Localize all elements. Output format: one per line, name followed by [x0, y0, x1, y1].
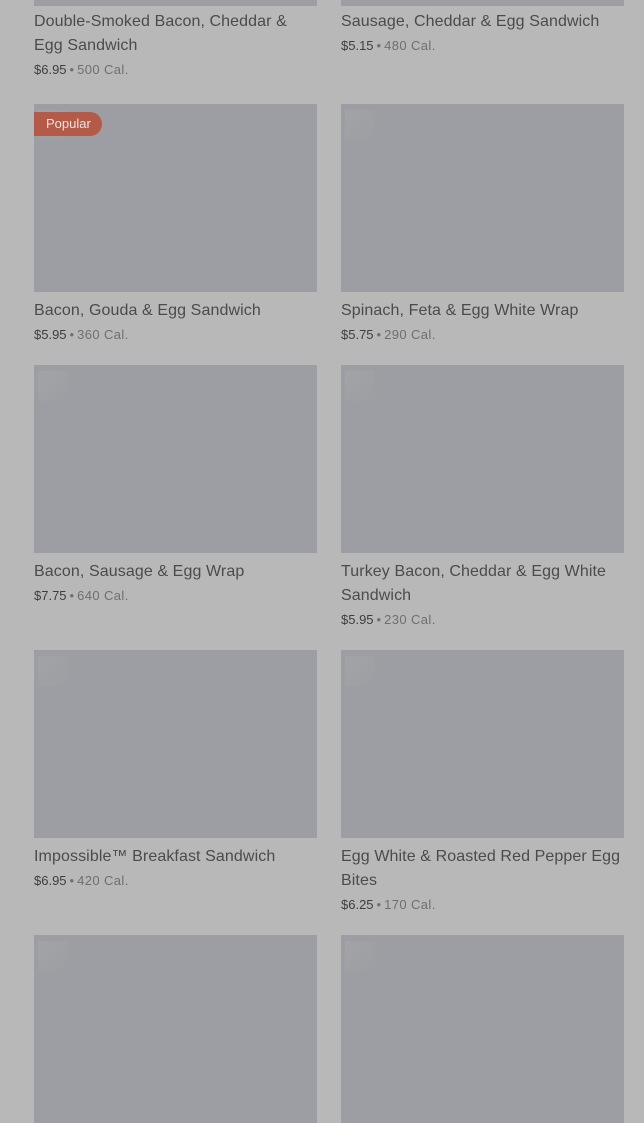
menu-item-meta: $6.95 • 500 Cal. — [34, 60, 317, 80]
menu-item-calories: 640 Cal. — [77, 588, 129, 603]
menu-item-meta: $5.15 • 480 Cal. — [341, 36, 624, 56]
menu-item-image[interactable] — [341, 104, 624, 292]
menu-item-calories: 500 Cal. — [77, 62, 129, 77]
separator-dot: • — [376, 327, 382, 342]
menu-item-card[interactable]: Egg White & Roasted Red Pepper Egg Bites… — [341, 650, 624, 915]
menu-item-name: Sausage, Cheddar & Egg Sandwich — [341, 13, 600, 30]
menu-item-price: $5.95 — [341, 612, 374, 627]
menu-item-name: Impossible™ Breakfast Sandwich — [34, 848, 276, 865]
menu-item-name: Double-Smoked Bacon, Cheddar & Egg Sandw… — [34, 13, 287, 54]
menu-item-image[interactable] — [34, 365, 317, 553]
menu-item-card[interactable]: Turkey Bacon, Cheddar & Egg White Sandwi… — [341, 365, 624, 630]
menu-item-name: Bacon, Sausage & Egg Wrap — [34, 563, 245, 580]
menu-item-image[interactable] — [341, 650, 624, 838]
menu-item-price: $6.95 — [34, 62, 67, 77]
menu-item-meta: $5.75 • 290 Cal. — [341, 325, 624, 345]
menu-item-card[interactable]: Impossible™ Breakfast Sandwich $6.95 • 420… — [34, 650, 317, 891]
menu-item-grid: Double-Smoked Bacon, Cheddar & Egg Sandw… — [0, 0, 644, 1123]
popular-badge: Popular — [34, 112, 102, 136]
menu-item-card[interactable]: Spinach, Feta & Egg White Wrap $5.75 • 290… — [341, 104, 624, 345]
menu-item-calories: 360 Cal. — [77, 327, 129, 342]
menu-item-calories: 420 Cal. — [77, 873, 129, 888]
separator-dot: • — [376, 612, 382, 627]
menu-item-meta: $7.75 • 640 Cal. — [34, 586, 317, 606]
menu-item-card[interactable]: Sausage, Cheddar & Egg Sandwich $5.15 • 48… — [341, 10, 624, 56]
menu-item-image[interactable] — [341, 935, 624, 1123]
menu-item-calories: 480 Cal. — [384, 38, 436, 53]
menu-item-price: $7.75 — [34, 588, 67, 603]
menu-item-calories: 170 Cal. — [384, 897, 436, 912]
separator-dot: • — [69, 873, 75, 888]
menu-item-name: Bacon, Gouda & Egg Sandwich — [34, 302, 261, 319]
menu-item-card[interactable] — [34, 935, 317, 1123]
menu-item-image[interactable] — [341, 365, 624, 553]
menu-item-card[interactable] — [341, 935, 624, 1123]
menu-item-image[interactable] — [34, 935, 317, 1123]
menu-item-meta: $5.95 • 360 Cal. — [34, 325, 317, 345]
menu-item-meta: $6.95 • 420 Cal. — [34, 871, 317, 891]
menu-item-name: Egg White & Roasted Red Pepper Egg Bites — [341, 848, 621, 889]
menu-item-calories: 230 Cal. — [384, 612, 436, 627]
menu-item-meta: $6.25 • 170 Cal. — [341, 895, 624, 915]
menu-item-name: Spinach, Feta & Egg White Wrap — [341, 302, 579, 319]
menu-item-price: $5.95 — [34, 327, 67, 342]
separator-dot: • — [376, 38, 382, 53]
separator-dot: • — [69, 588, 75, 603]
menu-item-image[interactable]: Popular — [34, 104, 317, 292]
separator-dot: • — [69, 62, 75, 77]
menu-item-calories: 290 Cal. — [384, 327, 436, 342]
menu-item-card[interactable]: Double-Smoked Bacon, Cheddar & Egg Sandw… — [34, 10, 317, 80]
menu-item-price: $5.15 — [341, 38, 374, 53]
menu-item-image[interactable] — [34, 0, 317, 6]
menu-item-name: Turkey Bacon, Cheddar & Egg White Sandwi… — [341, 563, 607, 604]
separator-dot: • — [376, 897, 382, 912]
menu-item-card[interactable]: Bacon, Sausage & Egg Wrap $7.75 • 640 Cal. — [34, 365, 317, 606]
separator-dot: • — [69, 327, 75, 342]
menu-item-price: $6.25 — [341, 897, 374, 912]
menu-item-image[interactable] — [341, 0, 624, 6]
menu-item-meta: $5.95 • 230 Cal. — [341, 610, 624, 630]
menu-item-price: $5.75 — [341, 327, 374, 342]
menu-item-image[interactable] — [34, 650, 317, 838]
menu-item-card[interactable]: Popular Bacon, Gouda & Egg Sandwich $5.9… — [34, 104, 317, 345]
menu-item-price: $6.95 — [34, 873, 67, 888]
